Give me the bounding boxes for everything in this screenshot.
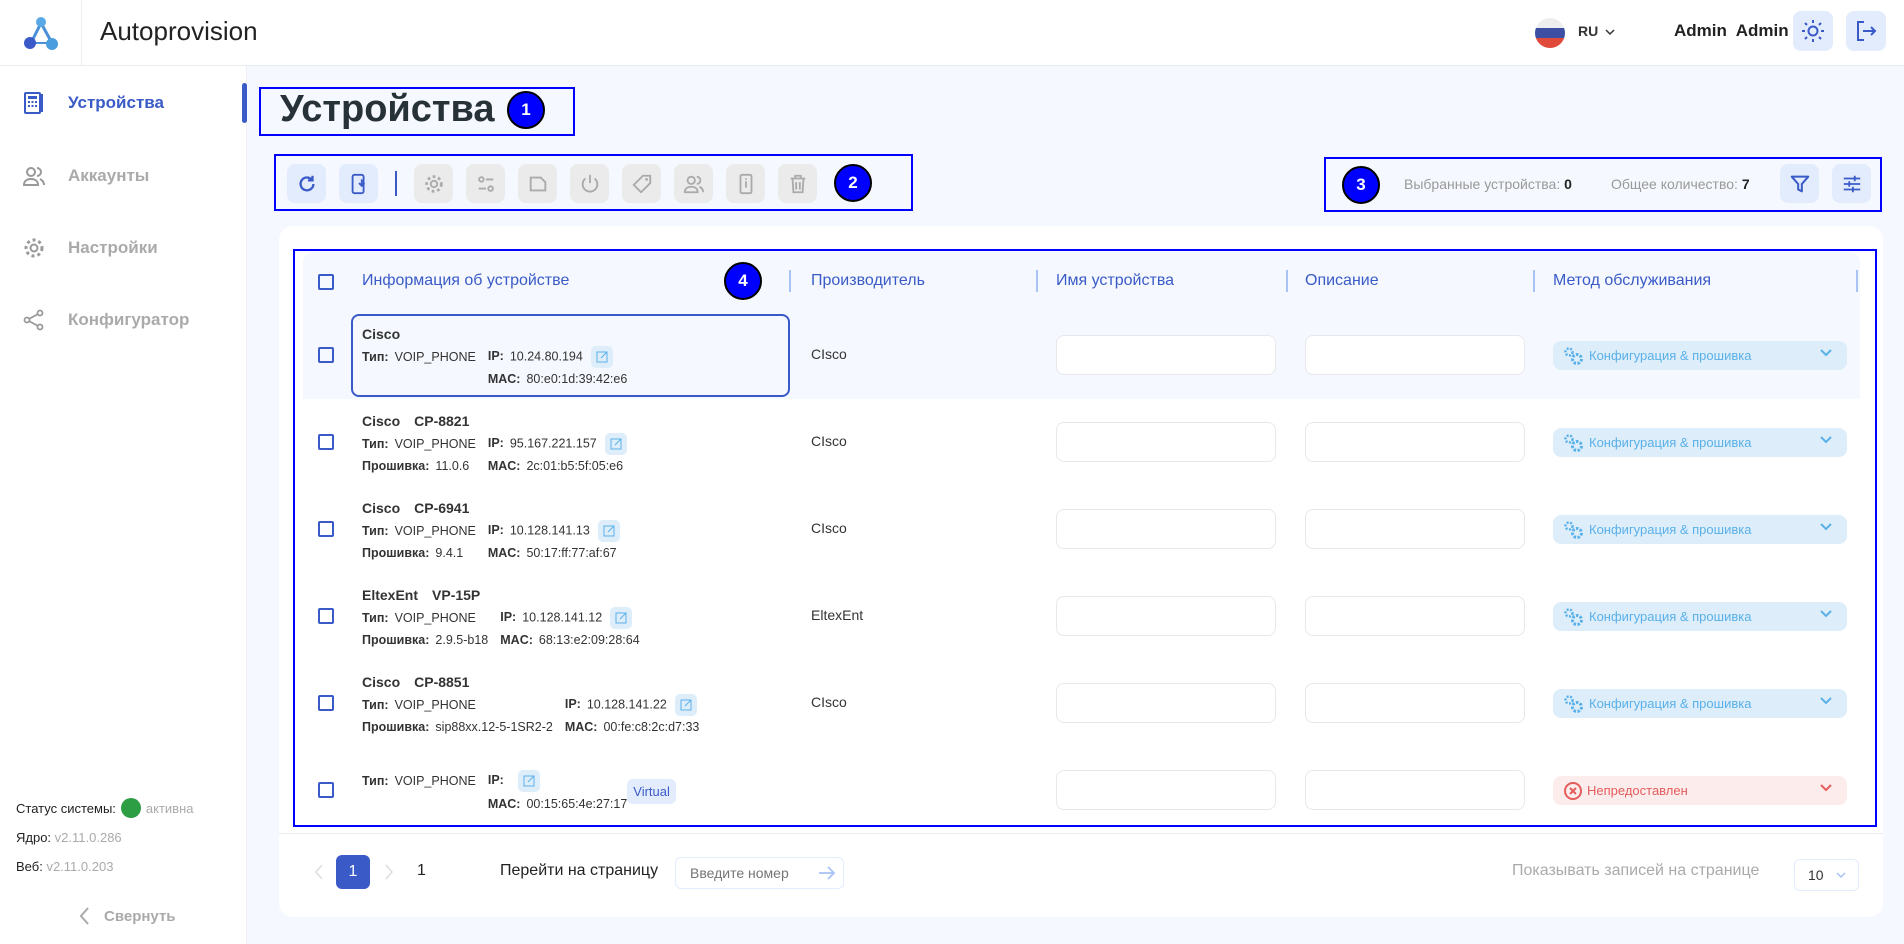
sidebar: Устройства Аккаунты Настройки Конфигурат…: [0, 66, 247, 944]
goto-page-label: Перейти на страницу: [500, 862, 659, 879]
annotation-box-2: [274, 154, 913, 211]
sidebar-item-settings[interactable]: Настройки: [22, 236, 158, 260]
core-version: Ядро: v2.11.0.286: [16, 830, 122, 845]
arrow-right-icon[interactable]: [818, 865, 836, 881]
flag-ru-icon[interactable]: [1535, 18, 1565, 48]
annotation-badge-4: 4: [724, 262, 762, 300]
gear-icon: [24, 238, 44, 258]
goto-page-input[interactable]: [675, 857, 844, 889]
sidebar-item-label: Устройства: [68, 93, 164, 112]
annotation-badge-1: 1: [507, 91, 545, 129]
web-version-value: v2.11.0.203: [46, 859, 114, 874]
annotation-badge-2: 2: [834, 164, 872, 202]
total-pages: 1: [417, 862, 426, 879]
per-page-label: Показывать записей на странице: [1512, 862, 1760, 879]
goto-page-field[interactable]: [690, 865, 810, 881]
sidebar-item-configurator[interactable]: Конфигуратор: [22, 308, 189, 332]
top-header: Autoprovision RU Admin Admin: [0, 0, 1904, 66]
collapse-sidebar-button[interactable]: Свернуть: [80, 907, 176, 925]
chevron-left-icon: [80, 907, 89, 925]
annotation-badge-3: 3: [1342, 166, 1380, 204]
per-page-value: 10: [1808, 867, 1824, 883]
chevron-down-icon: [1836, 871, 1846, 878]
web-version: Веб: v2.11.0.203: [16, 859, 113, 874]
active-indicator: [242, 83, 247, 123]
annotation-box-4: [293, 249, 1877, 827]
sidebar-item-devices[interactable]: Устройства: [22, 91, 164, 115]
prev-page-icon[interactable]: [314, 864, 324, 880]
core-version-value: v2.11.0.286: [54, 830, 122, 845]
logout-button[interactable]: [1846, 11, 1886, 51]
logout-icon: [1857, 21, 1877, 41]
sun-icon: [1802, 20, 1824, 42]
web-label: Веб:: [16, 859, 43, 874]
app-title: Autoprovision: [100, 16, 258, 46]
sidebar-item-accounts[interactable]: Аккаунты: [22, 164, 149, 188]
chevron-down-icon[interactable]: [1605, 28, 1615, 36]
core-label: Ядро:: [16, 830, 52, 845]
annotation-box-3: [1324, 157, 1882, 212]
system-status: Статус системы: активна: [16, 798, 194, 818]
status-label: Статус системы:: [16, 800, 116, 816]
next-page-icon[interactable]: [384, 864, 394, 880]
language-selector[interactable]: RU: [1578, 23, 1598, 39]
user-name: Admin Admin: [1674, 21, 1789, 40]
page-button-current[interactable]: 1: [336, 855, 370, 889]
pagination-divider: [279, 833, 1883, 834]
collapse-label: Свернуть: [104, 907, 176, 925]
sidebar-item-label: Аккаунты: [68, 166, 150, 185]
logo-icon: [0, 0, 82, 66]
status-indicator-icon: [120, 798, 141, 818]
sidebar-item-label: Конфигуратор: [68, 310, 190, 329]
sidebar-item-label: Настройки: [68, 238, 158, 257]
device-icon: [24, 92, 43, 114]
share-icon: [23, 309, 44, 331]
theme-toggle-button[interactable]: [1793, 11, 1833, 51]
per-page-select[interactable]: 10: [1794, 859, 1859, 891]
status-value: активна: [145, 800, 194, 816]
users-icon: [22, 167, 45, 186]
